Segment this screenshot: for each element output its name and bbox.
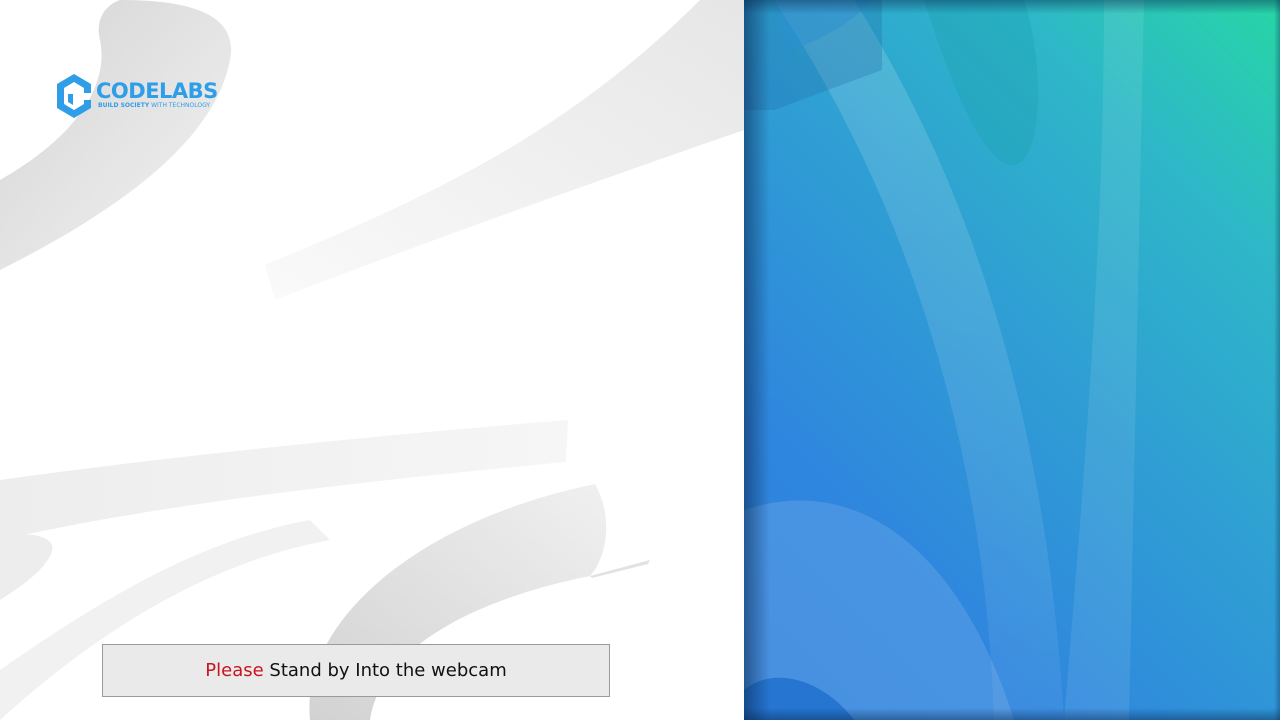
webcam-panel — [744, 0, 1280, 720]
panel-shadow-right — [1274, 0, 1280, 720]
codelabs-logo: CODELABS BUILD SOCIETY WITH TECHNOLOGY — [54, 72, 224, 122]
panel-shadow-left — [744, 0, 770, 720]
logo-wordmark: CODELABS — [96, 79, 218, 103]
standby-caption: Please Stand by Into the webcam — [102, 644, 610, 697]
panel-light-shapes — [744, 0, 1144, 720]
caption-accent-word: Please — [205, 660, 264, 681]
logo-tagline-bold: BUILD SOCIETY — [98, 102, 150, 109]
panel-shadow-bottom — [744, 708, 1280, 720]
logo-tagline: BUILD SOCIETY WITH TECHNOLOGY — [98, 102, 210, 110]
logo-tagline-rest: WITH TECHNOLOGY — [149, 102, 211, 109]
panel-shadow-top — [744, 0, 1280, 14]
hexagon-logo-icon — [57, 74, 91, 118]
caption-text: Stand by Into the webcam — [263, 660, 507, 681]
stream-overlay: CODELABS BUILD SOCIETY WITH TECHNOLOGY P… — [0, 0, 1280, 720]
